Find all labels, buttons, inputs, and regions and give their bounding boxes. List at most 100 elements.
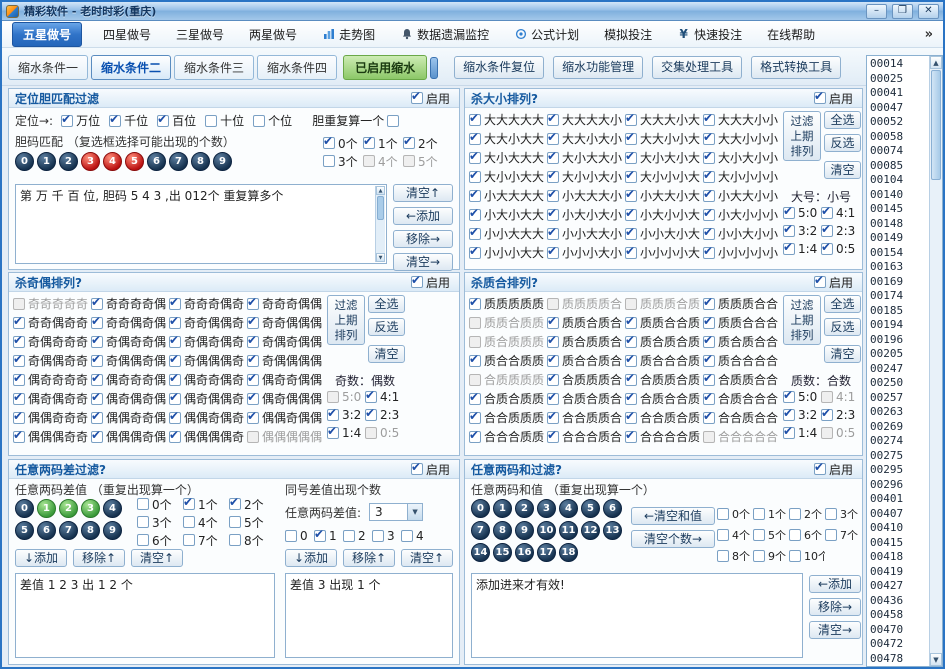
digit-ball[interactable]: 2 — [59, 152, 78, 171]
checkbox-box[interactable] — [703, 298, 715, 310]
pattern-checkbox[interactable]: 偶偶奇奇奇 — [13, 409, 91, 426]
checkbox-box[interactable] — [205, 115, 217, 127]
digit-ball[interactable]: 0 — [15, 152, 34, 171]
checkbox-box[interactable] — [411, 92, 423, 104]
count-checkbox[interactable]: 1个 — [363, 135, 403, 152]
checkbox-box[interactable] — [703, 228, 715, 240]
checkbox-box[interactable] — [547, 317, 559, 329]
checkbox-box[interactable] — [229, 516, 241, 528]
checkbox-box[interactable] — [469, 431, 481, 443]
checkbox-box[interactable] — [183, 516, 195, 528]
shrink-tab-1[interactable]: 缩水条件一 — [8, 55, 88, 80]
pattern-checkbox[interactable]: 奇奇偶偶奇 — [169, 314, 247, 331]
checkbox-box[interactable] — [91, 393, 103, 405]
rule-action-button[interactable]: 清空↑ — [393, 184, 453, 202]
checkbox-box[interactable] — [625, 431, 637, 443]
pattern-checkbox[interactable]: 质合合质质 — [469, 352, 547, 369]
close-button[interactable]: ✕ — [918, 4, 939, 19]
checkbox-box[interactable] — [229, 498, 241, 510]
menu-item-8[interactable]: 模拟投注 — [600, 23, 656, 46]
sum-ball[interactable]: 0 — [471, 499, 490, 518]
rule-action-button[interactable]: 清空→ — [393, 253, 453, 271]
checkbox-box[interactable] — [625, 133, 637, 145]
checkbox-box[interactable] — [365, 391, 377, 403]
count-checkbox[interactable]: 5个 — [753, 527, 789, 543]
count-checkbox[interactable]: 5个 — [229, 514, 275, 531]
count-checkbox[interactable]: 3 — [372, 529, 401, 543]
pattern-checkbox[interactable]: 合合合质合 — [547, 428, 625, 445]
sum-ball[interactable]: 11 — [559, 521, 578, 540]
checkbox-box[interactable] — [625, 247, 637, 259]
checkbox-box[interactable] — [169, 298, 181, 310]
menu-item-3[interactable]: 三星做号 — [172, 23, 228, 46]
checkbox-box[interactable] — [247, 393, 259, 405]
checkbox-box[interactable] — [247, 374, 259, 386]
position-checkbox[interactable]: 百位 — [157, 112, 196, 129]
sum-ball[interactable]: 13 — [603, 521, 622, 540]
sum-ball[interactable]: 17 — [537, 543, 556, 562]
checkbox-box[interactable] — [547, 133, 559, 145]
ratio-checkbox[interactable]: 5:0 — [783, 390, 821, 404]
pattern-checkbox[interactable]: 偶奇偶偶偶 — [247, 390, 325, 407]
pattern-checkbox[interactable]: 奇奇奇偶偶 — [247, 295, 325, 312]
rule-action-button[interactable]: 清空↑ — [401, 549, 453, 567]
checkbox-box[interactable] — [547, 247, 559, 259]
result-item[interactable]: 00415 — [867, 536, 929, 551]
result-item[interactable]: 00436 — [867, 594, 929, 609]
pattern-checkbox[interactable]: 偶奇奇偶奇 — [169, 371, 247, 388]
checkbox-box[interactable] — [625, 355, 637, 367]
checkbox-box[interactable] — [783, 225, 795, 237]
diff-ball[interactable]: 8 — [81, 521, 100, 540]
pattern-checkbox[interactable]: 质合合质合 — [547, 352, 625, 369]
checkbox-box[interactable] — [547, 355, 559, 367]
result-item[interactable]: 00205 — [867, 347, 929, 362]
checkbox-box[interactable] — [169, 393, 181, 405]
dup-once-checkbox[interactable]: 胆重复算一个 — [312, 112, 399, 129]
combo-arrow-icon[interactable]: ▼ — [407, 504, 422, 520]
clear-button[interactable]: 清空 — [824, 345, 861, 363]
diff-ball[interactable]: 7 — [59, 521, 78, 540]
checkbox-box[interactable] — [625, 190, 637, 202]
filter-prev-period-button[interactable]: 过滤上期排列 — [783, 295, 821, 345]
scroll-down-icon[interactable]: ▼ — [376, 253, 385, 262]
scroll-down-icon[interactable]: ▼ — [930, 653, 942, 666]
checkbox-box[interactable] — [821, 225, 833, 237]
checkbox-box[interactable] — [625, 171, 637, 183]
result-item[interactable]: 00185 — [867, 304, 929, 319]
ratio-checkbox[interactable]: 3:2 — [783, 408, 821, 422]
result-item[interactable]: 00149 — [867, 231, 929, 246]
checkbox-box[interactable] — [814, 463, 826, 475]
checkbox-box[interactable] — [547, 171, 559, 183]
enable-checkbox[interactable]: 启用 — [814, 274, 853, 291]
result-item[interactable]: 00085 — [867, 159, 929, 174]
pattern-checkbox[interactable]: 合质合质合 — [547, 390, 625, 407]
count-checkbox[interactable]: 4个 — [717, 527, 753, 543]
checkbox-box[interactable] — [285, 530, 297, 542]
checkbox-box[interactable] — [91, 374, 103, 386]
pattern-checkbox[interactable]: 大小小小小 — [703, 168, 781, 185]
checkbox-box[interactable] — [91, 317, 103, 329]
count-checkbox[interactable]: 2个 — [789, 506, 825, 522]
sum-ball[interactable]: 8 — [493, 521, 512, 540]
toolbar-button[interactable]: 格式转换工具 — [751, 56, 841, 79]
result-item[interactable]: 00275 — [867, 449, 929, 464]
pattern-checkbox[interactable]: 合质质质合 — [547, 371, 625, 388]
pattern-checkbox[interactable]: 偶偶奇偶奇 — [169, 409, 247, 426]
checkbox-box[interactable] — [783, 207, 795, 219]
checkbox-box[interactable] — [372, 530, 384, 542]
pattern-checkbox[interactable]: 大大大小大 — [625, 111, 703, 128]
result-item[interactable]: 00047 — [867, 101, 929, 116]
checkbox-box[interactable] — [403, 137, 415, 149]
sum-ball[interactable]: 5 — [581, 499, 600, 518]
result-item[interactable]: 00401 — [867, 492, 929, 507]
count-checkbox[interactable]: 1个 — [183, 496, 229, 513]
diff-ball[interactable]: 6 — [37, 521, 56, 540]
checkbox-box[interactable] — [247, 317, 259, 329]
pattern-checkbox[interactable]: 大大大小小 — [703, 111, 781, 128]
checkbox-box[interactable] — [169, 431, 181, 443]
ratio-checkbox[interactable]: 2:3 — [821, 408, 859, 422]
sum-ball[interactable]: 1 — [493, 499, 512, 518]
toolbar-button[interactable]: 交集处理工具 — [652, 56, 742, 79]
pattern-checkbox[interactable]: 大大小小小 — [703, 130, 781, 147]
count-checkbox[interactable]: 4 — [401, 529, 430, 543]
